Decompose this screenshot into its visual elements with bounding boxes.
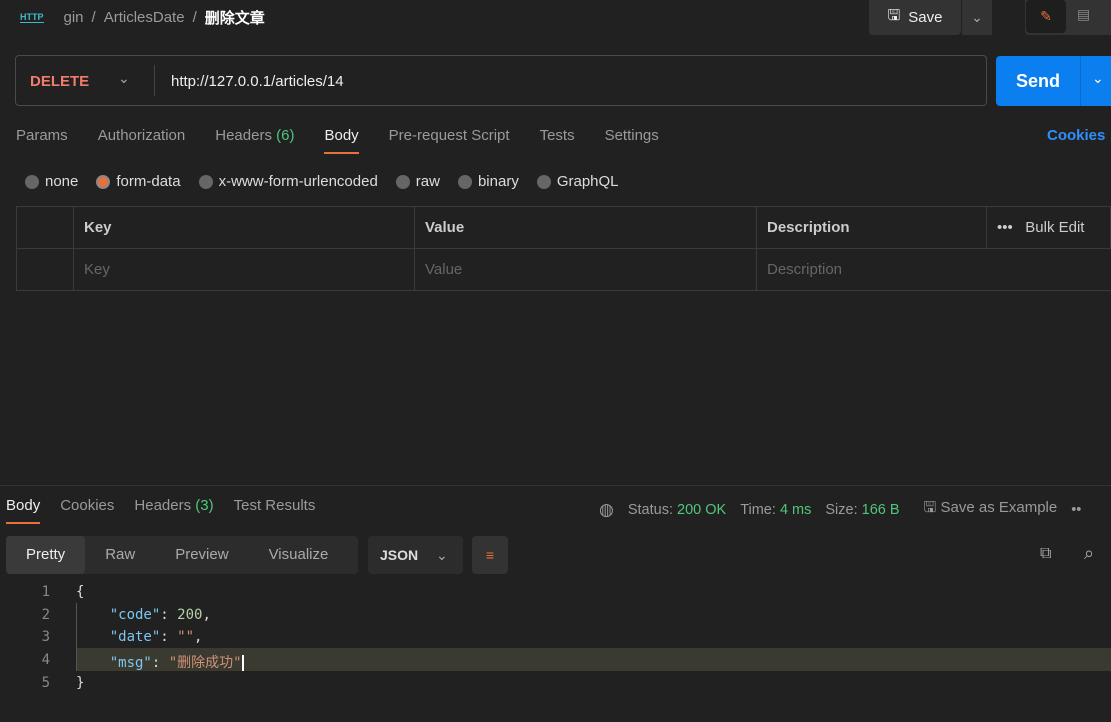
tab-settings[interactable]: Settings xyxy=(605,127,659,154)
edit-pencil-icon[interactable]: ✎ xyxy=(1026,0,1066,33)
tab-headers[interactable]: Headers (6) xyxy=(215,127,294,154)
value-input[interactable]: Value xyxy=(414,248,757,291)
key-input[interactable]: Key xyxy=(73,248,415,291)
tab-params[interactable]: Params xyxy=(16,127,68,154)
tab-body[interactable]: Body xyxy=(324,127,359,154)
response-size[interactable]: 166 B xyxy=(862,502,900,518)
format-raw[interactable]: Raw xyxy=(85,536,155,574)
response-time[interactable]: 4 ms xyxy=(780,502,811,518)
radio-none[interactable]: none xyxy=(25,173,78,190)
save-as-example-button[interactable]: 🖫 Save as Example xyxy=(924,497,1058,522)
language-select[interactable]: JSON ⌄ xyxy=(368,536,463,574)
tab-authorization[interactable]: Authorization xyxy=(98,127,186,154)
radio-urlencoded[interactable]: x-www-form-urlencoded xyxy=(198,173,378,190)
send-label: Send xyxy=(1016,71,1061,91)
status-code[interactable]: 200 OK xyxy=(677,502,726,518)
radio-graphql[interactable]: GraphQL xyxy=(536,173,619,190)
url-bar xyxy=(15,55,987,106)
tab-pre-request-script[interactable]: Pre-request Script xyxy=(389,127,510,154)
response-status: ◍ Status: 200 OK Time: 4 ms Size: 166 B … xyxy=(599,497,1081,522)
more-icon[interactable]: •• xyxy=(1071,502,1081,518)
tab-response-body[interactable]: Body xyxy=(6,497,41,524)
send-button[interactable]: Send ⌄ xyxy=(996,56,1111,106)
radio-raw[interactable]: raw xyxy=(395,173,440,190)
save-dropdown-button[interactable]: ⌄ xyxy=(962,0,992,35)
save-label: Save xyxy=(908,9,943,26)
request-name[interactable]: 删除文章 xyxy=(205,7,265,28)
tab-tests[interactable]: Tests xyxy=(540,127,575,154)
format-tabs: Pretty Raw Preview Visualize xyxy=(6,536,358,574)
response-tabs: Body Cookies Headers (3) Test Results xyxy=(6,497,315,524)
save-icon: 🖫 xyxy=(887,7,901,24)
request-tabs: Params Authorization Headers (6) Body Pr… xyxy=(16,127,659,154)
radio-form-data[interactable]: form-data xyxy=(96,173,181,190)
copy-icon[interactable]: ⧉ xyxy=(1040,545,1051,563)
chevron-down-icon[interactable]: ⌄ xyxy=(1092,70,1104,87)
cookies-link[interactable]: Cookies xyxy=(1047,127,1105,144)
description-input[interactable]: Description xyxy=(756,248,1111,291)
column-value: Value xyxy=(414,206,757,249)
chevron-down-icon[interactable]: ⌄ xyxy=(118,70,130,87)
format-visualize[interactable]: Visualize xyxy=(249,536,349,574)
tab-test-results[interactable]: Test Results xyxy=(234,497,316,524)
tab-response-headers[interactable]: Headers (3) xyxy=(134,497,213,524)
save-icon: 🖫 xyxy=(923,499,937,516)
method-select[interactable]: DELETE xyxy=(30,73,89,90)
divider xyxy=(154,65,155,96)
pane-divider[interactable] xyxy=(0,485,1111,486)
url-input[interactable]: http://127.0.0.1/articles/14 xyxy=(171,73,344,90)
comment-icon[interactable]: ▤ xyxy=(1077,6,1090,23)
http-icon: HTTP xyxy=(20,11,44,23)
format-preview[interactable]: Preview xyxy=(155,536,248,574)
column-key: Key xyxy=(73,206,415,249)
breadcrumb-item[interactable]: gin xyxy=(64,9,84,26)
breadcrumb: HTTP gin / ArticlesDate / 删除文章 xyxy=(20,7,265,28)
breadcrumb-item[interactable]: ArticlesDate xyxy=(104,9,185,26)
body-type-radios: none form-data x-www-form-urlencoded raw… xyxy=(25,173,619,190)
column-description: Description xyxy=(756,206,987,249)
search-icon[interactable]: ⌕ xyxy=(1084,543,1094,564)
format-pretty[interactable]: Pretty xyxy=(6,536,86,574)
save-button[interactable]: 🖫 Save xyxy=(869,0,961,35)
radio-binary[interactable]: binary xyxy=(457,173,519,190)
form-data-table: Key Value Description ••• Bulk Edit Key Valu… xyxy=(16,206,1111,291)
bulk-edit-button[interactable]: ••• Bulk Edit xyxy=(986,206,1111,249)
wrap-lines-icon[interactable]: ≡ xyxy=(472,536,508,574)
globe-icon[interactable]: ◍ xyxy=(599,500,614,520)
tab-response-cookies[interactable]: Cookies xyxy=(60,497,114,524)
